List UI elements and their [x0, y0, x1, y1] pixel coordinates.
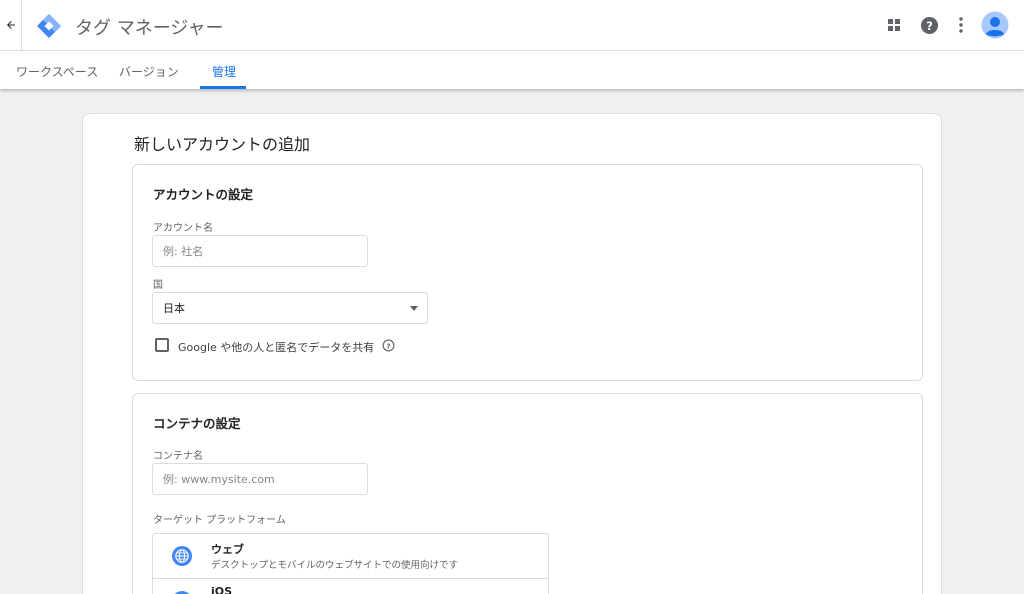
- tab-versions[interactable]: バージョン: [119, 63, 179, 80]
- apps-grid-button[interactable]: [883, 14, 905, 36]
- container-name-label: コンテナ名: [153, 451, 203, 462]
- tab-workspace[interactable]: ワークスペース: [16, 63, 98, 80]
- svg-text:?: ?: [386, 341, 390, 350]
- back-button[interactable]: [0, 0, 22, 50]
- container-name-input[interactable]: 例: www.mysite.com: [152, 463, 368, 495]
- account-name-placeholder: 例: 社名: [163, 245, 204, 258]
- tab-bar: ワークスペース バージョン 管理: [0, 51, 1024, 89]
- account-button[interactable]: [981, 11, 1009, 39]
- svg-text:?: ?: [926, 18, 933, 32]
- platform-web-description: デスクトップとモバイルのウェブサイトでの使用向けです: [211, 560, 459, 571]
- tag-manager-logo-icon: [37, 14, 61, 38]
- platform-ios-name[interactable]: iOS: [211, 585, 232, 594]
- tab-admin[interactable]: 管理: [212, 63, 236, 80]
- country-select[interactable]: 日本: [152, 292, 428, 324]
- help-button[interactable]: ?: [918, 14, 940, 36]
- container-name-placeholder: 例: www.mysite.com: [163, 473, 275, 486]
- country-label: 国: [153, 280, 163, 291]
- more-options-button[interactable]: [950, 14, 972, 36]
- share-data-label[interactable]: Google や他の人と匿名でデータを共有: [178, 339, 374, 355]
- share-data-checkbox[interactable]: [155, 338, 169, 352]
- container-settings-title: コンテナの設定: [153, 416, 241, 431]
- account-name-input[interactable]: 例: 社名: [152, 235, 368, 267]
- dropdown-arrow-icon: [410, 306, 418, 311]
- apps-grid-icon: [888, 19, 900, 31]
- account-settings-title: アカウントの設定: [153, 187, 254, 202]
- account-name-label: アカウント名: [153, 223, 213, 234]
- platform-divider: [153, 578, 548, 579]
- more-vert-icon: [959, 17, 963, 33]
- account-avatar-icon: [981, 11, 1009, 39]
- country-select-value: 日本: [163, 302, 185, 315]
- ios-icon: [174, 591, 190, 594]
- platform-web-name[interactable]: ウェブ: [211, 541, 244, 557]
- help-icon: ?: [920, 16, 938, 34]
- target-platform-label: ターゲット プラットフォーム: [153, 515, 286, 526]
- arrow-left-icon: [6, 21, 15, 29]
- globe-icon: [172, 546, 192, 566]
- help-outline-icon[interactable]: ?: [382, 339, 395, 352]
- top-app-bar: タグ マネージャー ?: [0, 0, 1024, 51]
- active-tab-indicator: [200, 86, 246, 89]
- page-title: 新しいアカウントの追加: [134, 135, 311, 154]
- app-title: タグ マネージャー: [75, 18, 224, 39]
